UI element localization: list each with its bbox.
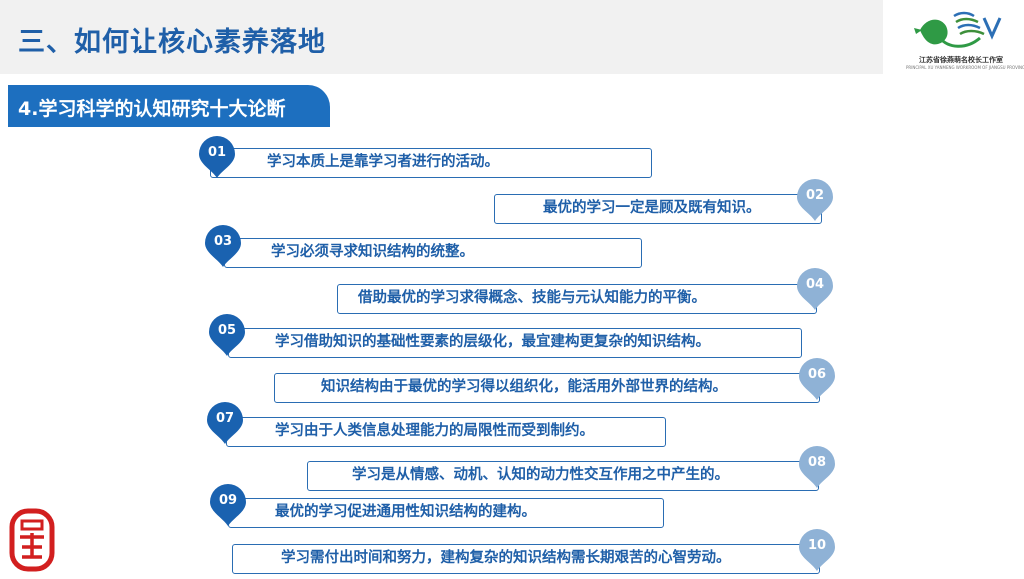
statement-text: 借助最优的学习求得概念、技能与元认知能力的平衡。 xyxy=(358,290,706,306)
red-seal-stamp xyxy=(8,507,56,573)
statement-box-07: 学习由于人类信息处理能力的局限性而受到制约。 xyxy=(226,417,666,447)
number-pin-09: 09 xyxy=(205,482,251,528)
statement-box-02: 最优的学习一定是顾及既有知识。 xyxy=(494,194,822,224)
number-label: 02 xyxy=(805,188,825,203)
number-label: 09 xyxy=(218,493,238,508)
statement-text: 学习是从情感、动机、认知的动力性交互作用之中产生的。 xyxy=(352,467,729,483)
number-label: 10 xyxy=(807,538,827,553)
statement-box-05: 学习借助知识的基础性要素的层级化，最宜建构更复杂的知识结构。 xyxy=(228,328,802,358)
statement-text: 最优的学习一定是顾及既有知识。 xyxy=(543,200,761,216)
number-label: 06 xyxy=(807,367,827,382)
number-pin-05: 05 xyxy=(204,312,250,358)
number-pin-01: 01 xyxy=(194,134,240,180)
number-pin-07: 07 xyxy=(202,400,248,446)
number-pin-08: 08 xyxy=(794,444,840,490)
number-label: 01 xyxy=(207,145,227,160)
statement-box-04: 借助最优的学习求得概念、技能与元认知能力的平衡。 xyxy=(337,284,817,314)
statement-text: 学习由于人类信息处理能力的局限性而受到制约。 xyxy=(275,423,594,439)
bird-logo-icon xyxy=(914,11,1002,48)
seal-icon xyxy=(9,508,55,572)
statement-box-01: 学习本质上是靠学习者进行的活动。 xyxy=(210,148,652,178)
section-tab: 4.学习科学的认知研究十大论断 xyxy=(8,85,330,127)
statement-text: 学习本质上是靠学习者进行的活动。 xyxy=(267,154,499,170)
number-pin-04: 04 xyxy=(792,266,838,312)
number-label: 03 xyxy=(213,234,233,249)
statement-text: 学习借助知识的基础性要素的层级化，最宜建构更复杂的知识结构。 xyxy=(275,334,710,350)
logo-name: 江苏省徐燕萌名校长工作室 xyxy=(919,56,1003,64)
workroom-logo: 江苏省徐燕萌名校长工作室 PRINCIPAL XU YANMENG WORKRO… xyxy=(906,8,1024,74)
logo-subtitle: PRINCIPAL XU YANMENG WORKROOM OF JIANGSU… xyxy=(906,65,1024,70)
header-bar: 三、如何让核心素养落地 xyxy=(0,0,883,74)
number-pin-02: 02 xyxy=(792,177,838,223)
statement-text: 最优的学习促进通用性知识结构的建构。 xyxy=(275,504,536,520)
number-pin-10: 10 xyxy=(794,527,840,573)
statement-text: 知识结构由于最优的学习得以组织化，能活用外部世界的结构。 xyxy=(321,379,727,395)
statement-text: 学习必须寻求知识结构的统整。 xyxy=(271,244,474,260)
number-label: 08 xyxy=(807,455,827,470)
statement-box-08: 学习是从情感、动机、认知的动力性交互作用之中产生的。 xyxy=(307,461,819,491)
statement-box-03: 学习必须寻求知识结构的统整。 xyxy=(224,238,642,268)
section-title: 4.学习科学的认知研究十大论断 xyxy=(18,98,286,120)
number-pin-03: 03 xyxy=(200,223,246,269)
number-label: 05 xyxy=(217,323,237,338)
number-label: 04 xyxy=(805,277,825,292)
number-label: 07 xyxy=(215,411,235,426)
page-title: 三、如何让核心素养落地 xyxy=(18,27,326,58)
statement-box-09: 最优的学习促进通用性知识结构的建构。 xyxy=(228,498,664,528)
statement-box-06: 知识结构由于最优的学习得以组织化，能活用外部世界的结构。 xyxy=(274,373,820,403)
number-pin-06: 06 xyxy=(794,356,840,402)
statement-text: 学习需付出时间和努力，建构复杂的知识结构需长期艰苦的心智劳动。 xyxy=(281,550,731,566)
statement-box-10: 学习需付出时间和努力，建构复杂的知识结构需长期艰苦的心智劳动。 xyxy=(232,544,820,574)
